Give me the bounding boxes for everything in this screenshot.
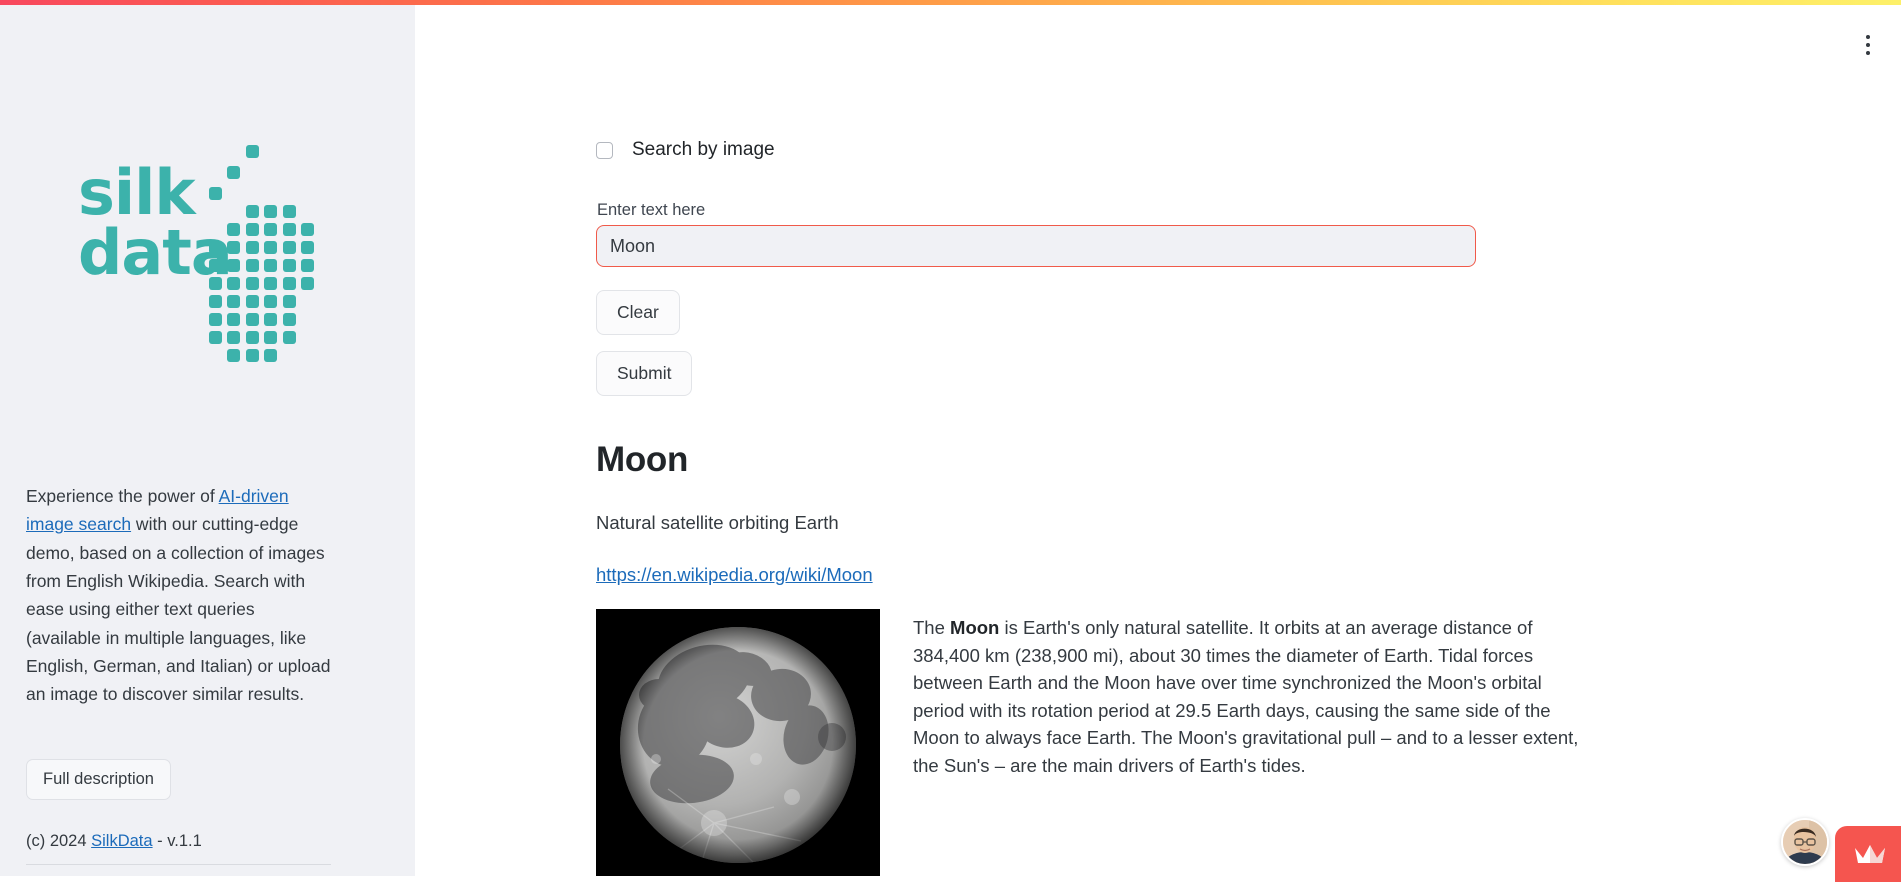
description-part1: Experience the power of: [26, 486, 219, 506]
article-bold-term: Moon: [950, 617, 1000, 638]
result-wikipedia-link[interactable]: https://en.wikipedia.org/wiki/Moon: [596, 564, 873, 586]
logo-dot: [245, 313, 259, 326]
result-subtitle: Natural satellite orbiting Earth: [596, 512, 839, 533]
logo-dot: [245, 295, 259, 308]
search-by-image-row[interactable]: Search by image: [596, 139, 775, 161]
result-article-text: The Moon is Earth's only natural satelli…: [913, 609, 1596, 876]
logo-dot: [282, 295, 296, 308]
logo-dot: [301, 259, 314, 272]
logo-dot: [208, 259, 222, 272]
logo-dot: [227, 313, 240, 326]
sidebar-footer: (c) 2024 SilkData - v.1.1: [26, 832, 331, 865]
result-body: The Moon is Earth's only natural satelli…: [596, 609, 1596, 876]
logo-dot: [282, 223, 296, 236]
logo-dot: [227, 295, 240, 308]
kebab-dot-2: [1866, 43, 1870, 47]
logo-dot: [245, 205, 259, 218]
logo-dot: [282, 313, 296, 326]
logo-dot: [264, 349, 277, 362]
sidebar-description: Experience the power of AI-driven image …: [26, 482, 331, 709]
version-text: - v.1.1: [152, 832, 202, 850]
kebab-dot-3: [1866, 51, 1870, 55]
avatar-icon: [1783, 820, 1827, 864]
silkdata-link[interactable]: SilkData: [91, 832, 152, 850]
logo-dot: [264, 331, 277, 344]
main-panel: Search by image Enter text here Clear Su…: [415, 5, 1901, 876]
logo-dot: [264, 277, 277, 290]
logo-dot: [208, 295, 222, 308]
logo-dot: [282, 259, 296, 272]
top-gradient-bar: [0, 0, 1901, 5]
logo-dot: [282, 241, 296, 254]
logo-dot: [227, 349, 240, 362]
search-by-image-checkbox[interactable]: [596, 141, 613, 159]
moon-illustration-icon: [596, 609, 880, 876]
logo-dot: [301, 277, 314, 290]
logo-dot: [245, 277, 259, 290]
kebab-dot-1: [1866, 35, 1870, 39]
logo-dot: [264, 295, 277, 308]
logo-dot: [264, 313, 277, 326]
app-logo: silk data: [0, 145, 415, 362]
full-description-button[interactable]: Full description: [26, 759, 171, 800]
vertical-dots-icon[interactable]: [1853, 29, 1883, 61]
clear-button[interactable]: Clear: [596, 290, 680, 335]
article-text-after: is Earth's only natural satellite. It or…: [913, 617, 1579, 776]
query-field-label: Enter text here: [597, 201, 706, 219]
logo-dot: [264, 205, 277, 218]
logo-dot: [208, 277, 222, 290]
moon-thumbnail-image[interactable]: [596, 609, 880, 876]
search-input[interactable]: [596, 225, 1476, 267]
result-title: Moon: [596, 440, 689, 479]
logo-dot: [301, 223, 314, 236]
logo-dot: [264, 259, 277, 272]
logo-dot: [245, 241, 259, 254]
sidebar: silk data Experience the power of AI-dri…: [0, 5, 415, 876]
description-part2: with our cutting-edge demo, based on a c…: [26, 514, 331, 705]
logo-dot: [301, 241, 314, 254]
search-by-image-label: Search by image: [632, 139, 775, 160]
logo-dot: [208, 241, 222, 254]
logo-dot: [282, 277, 296, 290]
logo-dot: [227, 331, 240, 344]
user-avatar-photo[interactable]: [1781, 818, 1829, 866]
logo-dot: [208, 187, 222, 200]
crown-chat-launcher-icon[interactable]: [1835, 826, 1901, 882]
logo-dot: [245, 259, 259, 272]
logo-dot: [264, 241, 277, 254]
copyright-prefix: (c) 2024: [26, 832, 92, 850]
logo-dot: [245, 145, 259, 158]
logo-dot: [245, 331, 259, 344]
logo-dot: [245, 349, 259, 362]
logo-dot: [208, 313, 222, 326]
logo-dot: [264, 223, 277, 236]
logo-dot: [282, 205, 296, 218]
logo-dot: [245, 223, 259, 236]
logo-dot: [227, 223, 240, 236]
silkdata-dot-matrix-logo-icon: [190, 145, 314, 362]
logo-dot: [282, 331, 296, 344]
submit-button[interactable]: Submit: [596, 351, 693, 396]
crown-icon: [1855, 845, 1885, 863]
logo-dot: [227, 241, 240, 254]
logo-dot: [208, 331, 222, 344]
logo-dot: [227, 277, 240, 290]
logo-dot: [227, 259, 240, 272]
article-text-before: The: [913, 617, 951, 638]
logo-dot: [227, 166, 240, 179]
